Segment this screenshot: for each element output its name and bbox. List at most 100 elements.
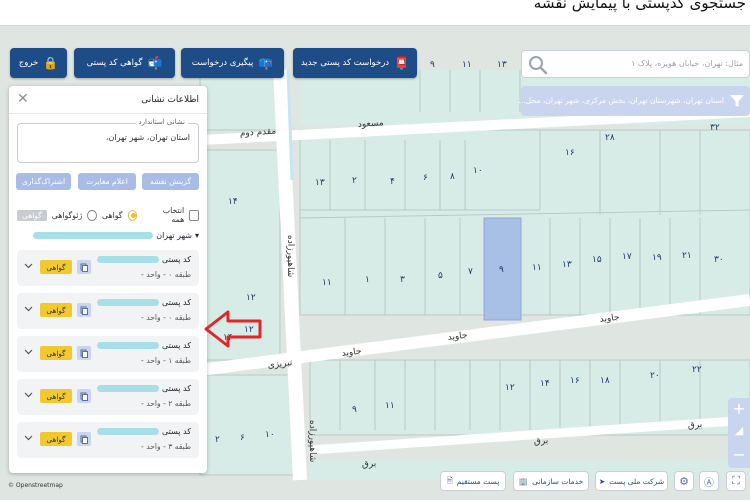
svg-text:مسعود: مسعود <box>358 118 385 130</box>
share-button[interactable]: اشتراک‌گذاری <box>16 173 71 190</box>
chevron-down-icon[interactable] <box>24 304 33 313</box>
mailbox-add-icon: 📮 <box>394 56 410 70</box>
copy-icon[interactable] <box>77 303 91 317</box>
svg-text:شاهپورزاده: شاهپورزاده <box>285 235 295 277</box>
svg-text:۱۳: ۱۳ <box>315 178 325 188</box>
filter-options: انتخاب همه گواهی ژئوگواهی گواهی <box>16 206 199 224</box>
national-post-button[interactable]: شرکت ملی پست ➤ <box>595 471 668 491</box>
search-input[interactable]: مثال: تهران، خیابان هویزه، پلاک ۱ <box>521 50 750 78</box>
svg-text:۱: ۱ <box>365 275 370 285</box>
chevron-down-icon[interactable] <box>24 390 33 399</box>
postal-code-card[interactable]: کد پستی طبقه ۳ - واحد - گواهی <box>17 422 199 458</box>
certificate-button[interactable]: گواهی <box>40 432 72 446</box>
certificate-radio[interactable] <box>127 209 138 221</box>
svg-text:۲۰: ۲۰ <box>650 371 660 381</box>
postal-code-card[interactable]: کد پستی طبقه ۱ - واحد - گواهی <box>17 336 199 372</box>
geo-certificate-radio[interactable] <box>87 209 97 221</box>
svg-text:۹: ۹ <box>352 405 357 415</box>
svg-text:۶: ۶ <box>423 173 428 183</box>
certificate-button[interactable]: گواهی <box>40 389 72 403</box>
postal-code-card[interactable]: کد پستی طبقه ۲ - واحد - گواهی <box>17 379 199 415</box>
svg-text:۱۶: ۱۶ <box>570 376 580 386</box>
svg-text:۱۲: ۱۲ <box>246 293 256 303</box>
org-services-button[interactable]: خدمات سازمانی 🏢 <box>513 471 589 491</box>
svg-text:۵: ۵ <box>438 271 443 281</box>
track-request-button[interactable]: 📪 پیگیری درخواست <box>181 48 284 78</box>
svg-text:۱۲: ۱۲ <box>505 383 515 393</box>
search-icon[interactable] <box>526 53 550 77</box>
redacted-postal-code <box>97 299 159 306</box>
svg-text:۹: ۹ <box>430 60 435 70</box>
location-filter[interactable]: استان تهران، شهرستان تهران، بخش مرکزی، ش… <box>518 86 750 116</box>
svg-text:۱۹: ۱۹ <box>652 253 662 263</box>
svg-text:۶: ۶ <box>240 433 245 443</box>
direct-post-button[interactable]: پست مستقیم 🗎 <box>440 471 506 491</box>
redacted-postal-code <box>97 428 159 435</box>
zoom-in-button[interactable]: + <box>730 400 748 418</box>
chevron-down-icon[interactable] <box>24 433 33 442</box>
svg-text:برق: برق <box>362 459 377 470</box>
svg-text:۱۵: ۱۵ <box>592 255 602 265</box>
accessibility-icon: Ⓐ <box>704 477 714 489</box>
chevron-down-icon[interactable] <box>24 347 33 356</box>
standard-address-field[interactable]: نشانی استاندارد استان تهران، شهر تهران، <box>17 118 199 163</box>
svg-text:۱۱: ۱۱ <box>462 60 472 70</box>
settings-button[interactable]: ⚙ <box>674 471 694 491</box>
copy-icon[interactable] <box>77 346 91 360</box>
svg-text:۱۴: ۱۴ <box>540 379 550 389</box>
redacted-postal-code <box>97 385 159 392</box>
svg-text:۱۱: ۱۱ <box>385 401 395 411</box>
svg-text:۹: ۹ <box>499 265 504 275</box>
send-icon: ➤ <box>598 476 606 486</box>
report-discrepancy-button[interactable]: اعلام مغایرت <box>78 173 136 190</box>
certificate-button[interactable]: گواهی <box>40 303 72 317</box>
certificate-button[interactable]: گواهی <box>40 260 72 274</box>
zoom-controls: + ◢ − <box>728 398 750 468</box>
svg-text:۱۴: ۱۴ <box>228 197 238 207</box>
fullscreen-button[interactable]: ⛶ <box>726 471 746 491</box>
document-icon: 🗎 <box>446 475 453 485</box>
close-icon[interactable]: ✕ <box>17 91 29 107</box>
certificate-button[interactable]: 📬 گواهی کد پستی <box>74 48 175 78</box>
svg-text:۲: ۲ <box>352 176 357 186</box>
red-arrow-annotation <box>204 310 262 348</box>
new-request-button[interactable]: 📮 درخواست کد پستی جدید <box>293 48 417 78</box>
svg-text:۸: ۸ <box>450 172 455 182</box>
svg-text:شاهپورزاده: شاهپورزاده <box>307 420 317 462</box>
accessibility-button[interactable]: Ⓐ <box>699 471 719 491</box>
copy-icon[interactable] <box>77 260 91 274</box>
svg-text:۱۱: ۱۱ <box>322 278 332 288</box>
title-bar: جستجوی کدپستی با پیمایش نقشه <box>0 0 750 26</box>
svg-text:۲۱: ۲۱ <box>682 251 692 261</box>
svg-text:۱۷: ۱۷ <box>622 252 632 262</box>
svg-text:۱۳: ۱۳ <box>497 60 507 70</box>
zoom-out-button[interactable]: − <box>730 446 748 464</box>
certificate-tag: گواهی <box>16 209 47 221</box>
svg-text:۳۲: ۳۲ <box>710 123 720 133</box>
postal-code-card[interactable]: کد پستی طبقه ۰ - واحد - گواهی <box>17 250 199 286</box>
caret-down-icon[interactable]: ▾ <box>195 231 199 240</box>
svg-text:۱۰: ۱۰ <box>265 430 275 440</box>
redacted-postal-code <box>97 256 159 263</box>
svg-text:۱۳: ۱۳ <box>562 260 572 270</box>
map-pin-button[interactable]: گزینش نقشه <box>142 173 199 190</box>
select-all-checkbox[interactable] <box>189 209 199 221</box>
svg-text:۱۰: ۱۰ <box>473 166 483 176</box>
chevron-down-icon[interactable] <box>24 261 33 270</box>
mailbox-search-icon: 📪 <box>258 56 274 70</box>
svg-text:۷: ۷ <box>468 267 473 277</box>
copy-icon[interactable] <box>77 432 91 446</box>
compass-icon[interactable]: ◢ <box>730 422 748 440</box>
osm-attribution[interactable]: © Openstreetmap <box>8 482 63 489</box>
city-group[interactable]: ▾ شهر تهران <box>33 231 199 240</box>
fullscreen-icon: ⛶ <box>732 474 740 487</box>
exit-button[interactable]: 🔒 خروج <box>10 48 67 78</box>
postal-code-card[interactable]: کد پستی طبقه ۰ - واحد - گواهی <box>17 293 199 329</box>
filter-icon[interactable] <box>728 92 746 110</box>
svg-text:برق: برق <box>688 420 703 431</box>
certificate-button[interactable]: گواهی <box>40 346 72 360</box>
copy-icon[interactable] <box>77 389 91 403</box>
building-icon: 🏢 <box>518 476 529 486</box>
lock-icon: 🔒 <box>43 56 59 70</box>
svg-text:۲: ۲ <box>215 435 220 445</box>
